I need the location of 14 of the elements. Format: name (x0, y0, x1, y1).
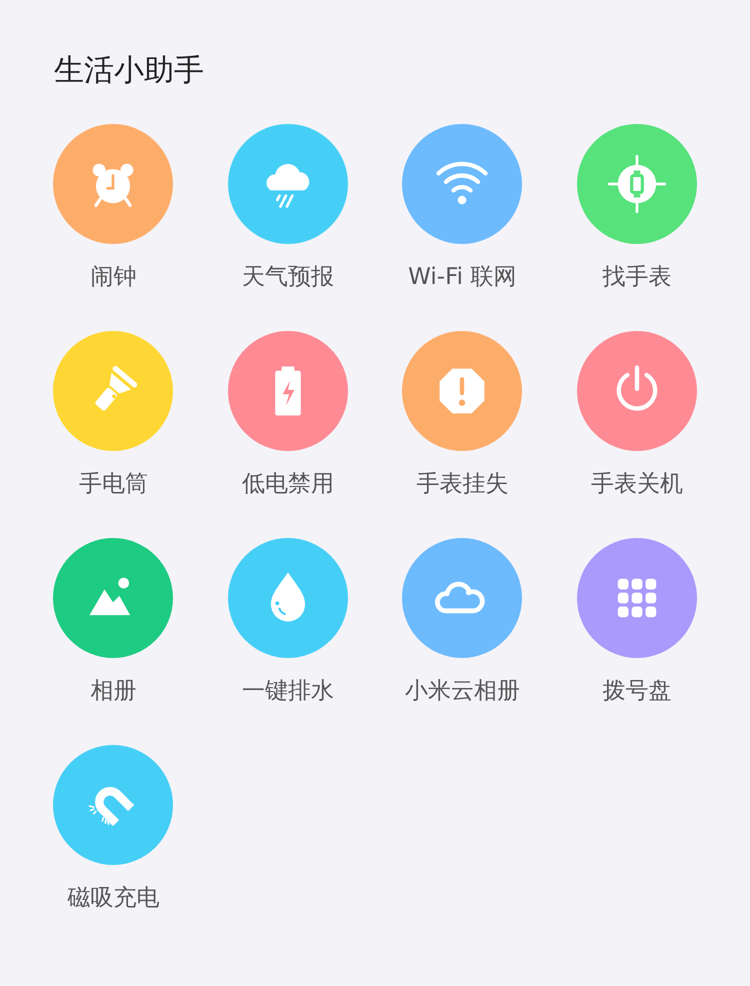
app-label: 低电禁用 (242, 470, 334, 498)
app-label: Wi-Fi 联网 (408, 263, 516, 291)
app-label: 天气预报 (242, 263, 334, 291)
app-label: 拨号盘 (602, 677, 672, 705)
app-label: 手表关机 (590, 470, 683, 498)
app-label: 手表挂失 (416, 470, 508, 498)
section-title: 生活小助手 (54, 52, 205, 90)
app-label: 一键排水 (242, 677, 334, 705)
app-label: 手电筒 (78, 470, 148, 498)
app-label: 找手表 (602, 263, 672, 291)
app-label: 磁吸充电 (67, 884, 160, 912)
app-label: 闹钟 (90, 263, 136, 291)
app-label: 相册 (90, 677, 136, 705)
app-label: 小米云相册 (404, 677, 520, 705)
